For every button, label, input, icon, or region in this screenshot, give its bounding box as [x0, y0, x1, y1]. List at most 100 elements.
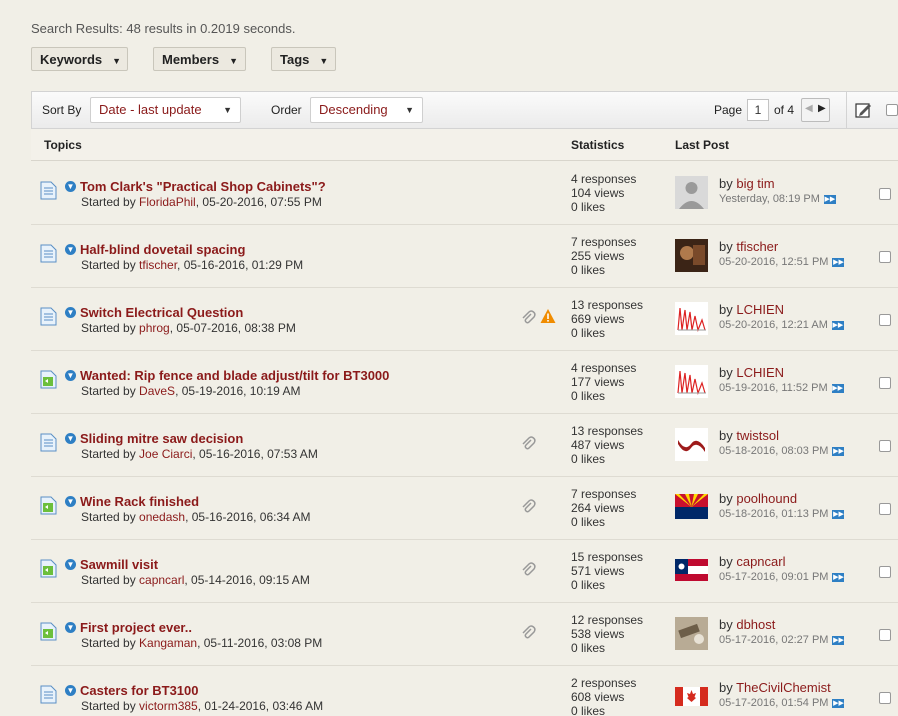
- statistics-column-header[interactable]: Statistics: [571, 138, 624, 152]
- row-select-checkbox[interactable]: [879, 692, 891, 704]
- topic-row[interactable]: ▼ Wanted: Rip fence and blade adjust/tilt…: [31, 351, 898, 414]
- topic-row[interactable]: ▼ Half-blind dovetail spacing Started by t…: [31, 225, 898, 288]
- caret-down-icon: ▼: [112, 56, 122, 66]
- prev-page-icon[interactable]: ◀: [805, 103, 813, 114]
- topic-start-date: , 05-20-2016, 07:55 PM: [195, 195, 322, 209]
- sort-by-select[interactable]: Date - last update ▼: [90, 97, 241, 123]
- topic-row[interactable]: ▼ Tom Clark's "Practical Shop Cabinets"? S…: [31, 162, 898, 225]
- started-by-label: Started by: [81, 447, 140, 461]
- topics-column-header[interactable]: Topics: [44, 138, 82, 152]
- last-post-date-line: 05-19-2016, 11:52 PM ▶▶: [719, 382, 844, 394]
- topic-title-link[interactable]: Sliding mitre saw decision: [80, 431, 243, 446]
- topic-row[interactable]: ▼ Sawmill visit Started by capncarl, 05-14…: [31, 540, 898, 603]
- jump-to-last-post-icon[interactable]: ▶▶: [832, 635, 845, 645]
- last-post-date-line: 05-18-2016, 01:13 PM ▶▶: [719, 508, 845, 520]
- row-select-checkbox[interactable]: [879, 440, 891, 452]
- topic-title-link[interactable]: Wanted: Rip fence and blade adjust/tilt …: [80, 368, 389, 383]
- moderation-tools-button[interactable]: [846, 92, 884, 128]
- topic-title-link[interactable]: Casters for BT3100: [80, 683, 199, 698]
- last-post-author-link[interactable]: poolhound: [736, 491, 797, 506]
- topic-author-link[interactable]: onedash: [139, 510, 185, 524]
- avatar[interactable]: [675, 554, 708, 587]
- go-to-first-unread-icon[interactable]: ▼: [65, 559, 76, 570]
- last-post-author-link[interactable]: LCHIEN: [736, 365, 784, 380]
- avatar[interactable]: [675, 239, 708, 272]
- last-post-author-link[interactable]: big tim: [736, 176, 774, 191]
- last-post-author-link[interactable]: TheCivilChemist: [736, 680, 831, 695]
- avatar[interactable]: [675, 617, 708, 650]
- topic-started-by: Started by tfischer, 05-16-2016, 01:29 P…: [81, 258, 303, 272]
- row-select-checkbox[interactable]: [879, 566, 891, 578]
- attachment-icon: [520, 624, 536, 640]
- go-to-first-unread-icon[interactable]: ▼: [65, 244, 76, 255]
- row-select-checkbox[interactable]: [879, 314, 891, 326]
- last-post-author: by capncarl: [719, 554, 785, 569]
- topic-title-link[interactable]: Tom Clark's "Practical Shop Cabinets"?: [80, 179, 326, 194]
- avatar[interactable]: [675, 302, 708, 335]
- go-to-first-unread-icon[interactable]: ▼: [65, 307, 76, 318]
- topic-author-link[interactable]: capncarl: [139, 573, 184, 587]
- topic-author-link[interactable]: DaveS: [139, 384, 175, 398]
- order-select[interactable]: Descending ▼: [310, 97, 423, 123]
- topic-author-link[interactable]: Kangaman: [139, 636, 197, 650]
- last-post-author-link[interactable]: twistsol: [736, 428, 779, 443]
- avatar[interactable]: [675, 176, 708, 209]
- topic-row[interactable]: ▼ First project ever.. Started by Kangaman…: [31, 603, 898, 666]
- next-page-icon[interactable]: ▶: [818, 103, 826, 114]
- jump-to-last-post-icon[interactable]: ▶▶: [832, 509, 845, 519]
- go-to-first-unread-icon[interactable]: ▼: [65, 685, 76, 696]
- responses-count: 2 responses: [571, 676, 637, 690]
- go-to-first-unread-icon[interactable]: ▼: [65, 433, 76, 444]
- avatar[interactable]: [675, 680, 708, 713]
- row-select-checkbox[interactable]: [879, 377, 891, 389]
- row-select-checkbox[interactable]: [879, 188, 891, 200]
- go-to-first-unread-icon[interactable]: ▼: [65, 181, 76, 192]
- go-to-first-unread-icon[interactable]: ▼: [65, 370, 76, 381]
- row-select-checkbox[interactable]: [879, 251, 891, 263]
- topic-author-link[interactable]: phrog: [139, 321, 170, 335]
- row-select-checkbox[interactable]: [879, 503, 891, 515]
- tags-filter-button[interactable]: Tags ▼: [271, 47, 336, 71]
- likes-count: 0 likes: [571, 704, 606, 716]
- doc-icon: [40, 433, 57, 452]
- topic-author-link[interactable]: FloridaPhil: [139, 195, 196, 209]
- members-filter-button[interactable]: Members ▼: [153, 47, 246, 71]
- topic-title-link[interactable]: Wine Rack finished: [80, 494, 199, 509]
- topic-title-link[interactable]: Sawmill visit: [80, 557, 158, 572]
- jump-to-last-post-icon[interactable]: ▶▶: [832, 572, 845, 582]
- jump-to-last-post-icon[interactable]: ▶▶: [832, 698, 845, 708]
- go-to-first-unread-icon[interactable]: ▼: [65, 496, 76, 507]
- last-post-author: by big tim: [719, 176, 775, 191]
- row-select-checkbox[interactable]: [879, 629, 891, 641]
- page-number-input[interactable]: 1: [747, 99, 769, 121]
- topic-row[interactable]: ▼ Wine Rack finished Started by onedash, 0…: [31, 477, 898, 540]
- jump-to-last-post-icon[interactable]: ▶▶: [831, 383, 844, 393]
- jump-to-last-post-icon[interactable]: ▶▶: [823, 194, 836, 204]
- keywords-filter-button[interactable]: Keywords ▼: [31, 47, 128, 71]
- last-post-author-link[interactable]: tfischer: [736, 239, 778, 254]
- topic-author-link[interactable]: victorm385: [139, 699, 198, 713]
- topic-title-link[interactable]: First project ever..: [80, 620, 192, 635]
- jump-to-last-post-icon[interactable]: ▶▶: [832, 257, 845, 267]
- last-post-date-line: 05-17-2016, 09:01 PM ▶▶: [719, 571, 845, 583]
- jump-to-last-post-icon[interactable]: ▶▶: [831, 320, 844, 330]
- topic-author-link[interactable]: tfischer: [139, 258, 177, 272]
- last-post-author-link[interactable]: LCHIEN: [736, 302, 784, 317]
- topic-title-link[interactable]: Switch Electrical Question: [80, 305, 243, 320]
- jump-to-last-post-icon[interactable]: ▶▶: [832, 446, 845, 456]
- avatar[interactable]: [675, 491, 708, 524]
- last-post-column-header[interactable]: Last Post: [675, 138, 729, 152]
- go-to-first-unread-icon[interactable]: ▼: [65, 622, 76, 633]
- avatar[interactable]: [675, 365, 708, 398]
- last-post-author-link[interactable]: capncarl: [736, 554, 785, 569]
- last-post-author-link[interactable]: dbhost: [736, 617, 775, 632]
- sort-by-label: Sort By: [42, 103, 82, 117]
- select-all-checkbox[interactable]: [886, 104, 898, 116]
- topic-row[interactable]: ▼ Casters for BT3100 Started by victorm385…: [31, 666, 898, 716]
- topic-author-link[interactable]: Joe Ciarci: [139, 447, 192, 461]
- topic-row[interactable]: ▼ Sliding mitre saw decision Started by Jo…: [31, 414, 898, 477]
- topic-row[interactable]: ▼ Switch Electrical Question Started by ph…: [31, 288, 898, 351]
- avatar[interactable]: [675, 428, 708, 461]
- tags-filter-label: Tags: [280, 52, 310, 67]
- topic-title-link[interactable]: Half-blind dovetail spacing: [80, 242, 245, 257]
